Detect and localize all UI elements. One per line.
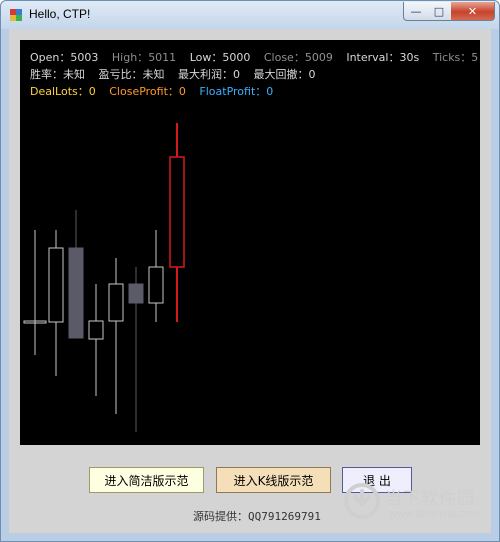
close-button[interactable]: ✕ [451, 2, 495, 21]
watermark: 当下软件园 www.downxia.com [337, 474, 497, 534]
window-title: Hello, CTP! [29, 7, 91, 21]
chart-panel: Open：5003 High：5011 Low：5000 Close：5009 … [20, 40, 480, 445]
interval-label: Interval： [346, 51, 400, 64]
candle-body [148, 266, 164, 304]
closeprofit-label: CloseProfit： [109, 85, 179, 98]
pl-ratio-label: 盈亏比： [98, 68, 143, 81]
stats-line-performance: 胜率：未知 盈亏比：未知 最大利润：0 最大回撤：0 [30, 66, 316, 82]
max-profit-value: 0 [233, 68, 240, 81]
max-drawdown-label: 最大回撤： [253, 68, 309, 81]
candle-body [88, 320, 104, 340]
app-icon [10, 9, 22, 21]
close-value: 5009 [304, 51, 333, 64]
open-label: Open： [30, 51, 71, 64]
stats-line-ohlc: Open：5003 High：5011 Low：5000 Close：5009 … [30, 49, 478, 65]
watermark-brand: 当下软件园 [385, 489, 475, 509]
stats-line-profit: DealLots：0 CloseProfit：0 FloatProfit：0 [30, 83, 273, 99]
deallots-value: 0 [88, 85, 96, 98]
candle-body [68, 247, 84, 339]
title-bar[interactable]: Hello, CTP! — □ ✕ [1, 1, 499, 29]
minimize-icon: — [410, 4, 422, 18]
winrate-value: 未知 [63, 68, 85, 81]
winrate-label: 胜率： [30, 68, 63, 81]
minimize-button[interactable]: — [403, 2, 429, 21]
source-credit: 源码提供：QQ791269791 [193, 510, 321, 523]
close-icon: ✕ [467, 4, 478, 18]
ticks-value: 5 [471, 51, 479, 64]
pl-ratio-value: 未知 [142, 68, 165, 81]
floatprofit-label: FloatProfit： [199, 85, 267, 98]
client-area: Open：5003 High：5011 Low：5000 Close：5009 … [9, 29, 491, 533]
simple-demo-button[interactable]: 进入简洁版示范 [89, 467, 204, 493]
deallots-label: DealLots： [30, 85, 89, 98]
max-profit-label: 最大利润： [178, 68, 233, 81]
high-value: 5011 [148, 51, 177, 64]
floatprofit-value: 0 [266, 85, 274, 98]
candle-body [169, 156, 185, 268]
candlestick-chart [23, 123, 185, 432]
watermark-logo-icon [344, 483, 380, 519]
open-value: 5003 [70, 51, 99, 64]
close-label: Close： [263, 51, 305, 64]
maximize-icon: □ [433, 4, 445, 18]
kline-demo-button[interactable]: 进入K线版示范 [216, 467, 331, 493]
candle-body [48, 247, 64, 323]
low-label: Low： [189, 51, 223, 64]
watermark-url: www.downxia.com [389, 508, 480, 520]
main-window: Hello, CTP! — □ ✕ Open：5003 High：5011 Lo… [0, 0, 500, 542]
candle-body [108, 283, 124, 322]
max-drawdown-value: 0 [308, 68, 316, 81]
high-label: High： [111, 51, 149, 64]
low-value: 5000 [222, 51, 251, 64]
candle-body [128, 283, 144, 304]
closeprofit-value: 0 [178, 85, 186, 98]
maximize-button[interactable]: □ [427, 2, 452, 21]
interval-value: 30s [399, 51, 420, 64]
ticks-label: Ticks： [432, 51, 472, 64]
